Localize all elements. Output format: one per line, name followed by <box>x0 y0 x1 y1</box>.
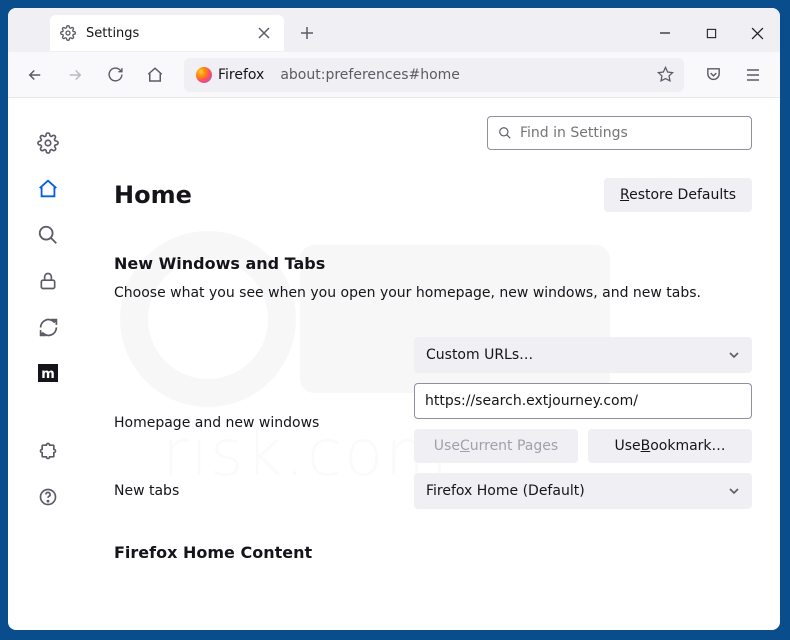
section-new-windows-tabs: New Windows and Tabs <box>114 254 752 273</box>
tab-title: Settings <box>86 26 244 41</box>
newtabs-mode-select[interactable]: Firefox Home (Default) <box>414 473 752 509</box>
sidebar-item-home[interactable] <box>27 168 69 210</box>
sidebar-item-search[interactable] <box>27 214 69 256</box>
homepage-mode-select[interactable]: Custom URLs… <box>414 337 752 373</box>
nav-toolbar: Firefox about:preferences#home <box>8 52 780 98</box>
search-icon <box>37 224 59 246</box>
chevron-down-icon <box>728 349 740 361</box>
select-value: Custom URLs… <box>426 347 533 363</box>
svg-text:m: m <box>41 367 55 382</box>
gear-icon <box>60 25 76 41</box>
select-value: Firefox Home (Default) <box>426 483 585 499</box>
tab-strip: Settings <box>8 8 780 52</box>
homepage-url-input[interactable] <box>414 383 752 419</box>
minimize-button[interactable] <box>642 14 688 52</box>
home-button[interactable] <box>138 58 172 92</box>
puzzle-icon <box>38 441 58 461</box>
minimize-icon <box>659 27 671 39</box>
identity-box[interactable]: Firefox <box>194 65 272 85</box>
maximize-icon <box>706 28 717 39</box>
preferences-main: Home RRestore Defaultsestore Defaults Ne… <box>88 98 780 630</box>
find-in-settings[interactable] <box>487 116 752 150</box>
use-current-pages-button[interactable]: Use Current Pages <box>414 429 578 463</box>
chevron-down-icon <box>728 485 740 497</box>
category-sidebar: m <box>8 98 88 630</box>
arrow-left-icon <box>26 66 44 84</box>
help-icon <box>38 487 58 507</box>
arrow-right-icon <box>66 66 84 84</box>
bookmark-star-button[interactable] <box>657 66 674 83</box>
sync-icon <box>38 317 59 338</box>
close-icon <box>751 27 764 40</box>
pocket-icon <box>705 66 722 83</box>
sidebar-item-general[interactable] <box>27 122 69 164</box>
maximize-button[interactable] <box>688 14 734 52</box>
reload-icon <box>107 66 124 83</box>
section-description: Choose what you see when you open your h… <box>114 283 752 303</box>
find-input[interactable] <box>520 125 741 141</box>
window-controls <box>642 14 780 52</box>
sidebar-item-more-mozilla[interactable]: m <box>27 352 69 394</box>
preferences-page: m Home RRestore Defaultsestore Defaults … <box>8 98 780 630</box>
app-menu-button[interactable] <box>736 58 770 92</box>
gear-icon <box>37 132 59 154</box>
sidebar-item-extensions[interactable] <box>27 430 69 472</box>
use-bookmark-button[interactable]: Use Bookmark… <box>588 429 752 463</box>
reload-button[interactable] <box>98 58 132 92</box>
restore-defaults-button[interactable]: RRestore Defaultsestore Defaults <box>604 178 752 212</box>
browser-window: risk.com Settings <box>8 8 780 630</box>
hamburger-icon <box>745 67 761 83</box>
page-title: Home <box>114 181 192 209</box>
close-icon <box>258 27 270 39</box>
home-icon <box>37 178 59 200</box>
close-window-button[interactable] <box>734 14 780 52</box>
sidebar-item-sync[interactable] <box>27 306 69 348</box>
search-icon <box>498 126 512 140</box>
plus-icon <box>300 26 314 40</box>
homepage-label: Homepage and new windows <box>114 415 394 431</box>
home-icon <box>146 66 164 84</box>
lock-icon <box>38 270 58 292</box>
section-firefox-home-content: Firefox Home Content <box>114 543 752 562</box>
sidebar-item-privacy[interactable] <box>27 260 69 302</box>
forward-button[interactable] <box>58 58 92 92</box>
new-tab-button[interactable] <box>292 18 322 48</box>
tab-settings[interactable]: Settings <box>50 15 284 51</box>
firefox-icon <box>196 67 212 83</box>
url-bar[interactable]: Firefox about:preferences#home <box>184 58 684 92</box>
url-text: about:preferences#home <box>280 67 649 83</box>
identity-label: Firefox <box>218 67 264 83</box>
newtabs-label: New tabs <box>114 483 394 499</box>
star-icon <box>657 66 674 83</box>
mozilla-icon: m <box>36 361 60 385</box>
sidebar-item-support[interactable] <box>27 476 69 518</box>
back-button[interactable] <box>18 58 52 92</box>
save-to-pocket-button[interactable] <box>696 58 730 92</box>
tab-close-button[interactable] <box>254 23 274 43</box>
